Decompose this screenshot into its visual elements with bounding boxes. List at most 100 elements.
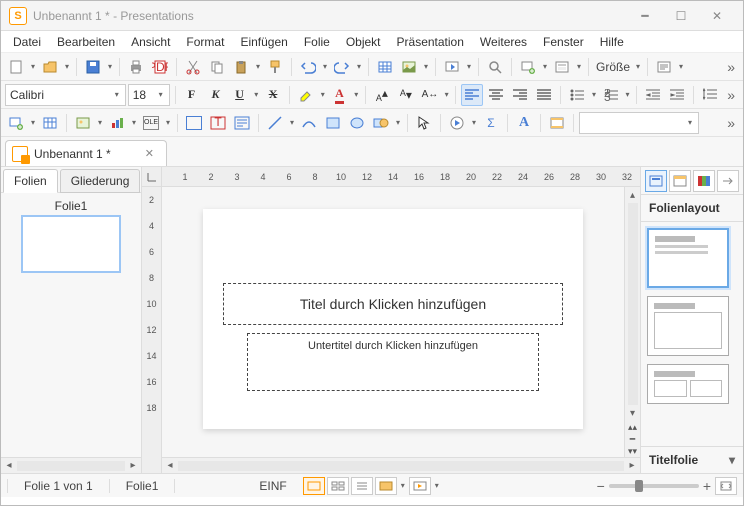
bold-button[interactable]: F <box>181 84 203 106</box>
menu-objekt[interactable]: Objekt <box>338 32 389 52</box>
taskpane-tab-layout[interactable] <box>645 170 667 192</box>
slide-canvas[interactable]: Titel durch Klicken hinzufügen Untertite… <box>162 187 624 457</box>
curve-button[interactable] <box>298 112 320 134</box>
image-dropdown-2[interactable]: ▾ <box>96 118 104 127</box>
print-button[interactable] <box>125 56 147 78</box>
insert-image-dropdown[interactable]: ▾ <box>422 62 430 71</box>
taskpane-tab-color[interactable] <box>693 170 715 192</box>
taskpane-footer-dropdown[interactable]: ▾ <box>729 453 735 467</box>
media-button[interactable] <box>446 112 468 134</box>
line-dropdown[interactable]: ▾ <box>288 118 296 127</box>
zoom-in[interactable]: + <box>703 478 711 494</box>
maximize-button[interactable]: ☐ <box>663 5 699 27</box>
menu-folie[interactable]: Folie <box>296 32 338 52</box>
left-hscroll[interactable]: ◂ ▸ <box>1 457 141 473</box>
copy-button[interactable] <box>206 56 228 78</box>
menu-ansicht[interactable]: Ansicht <box>123 32 178 52</box>
document-tab-close[interactable]: ✕ <box>145 147 154 160</box>
paste-button[interactable] <box>230 56 252 78</box>
media-dropdown[interactable]: ▾ <box>470 118 478 127</box>
new-slide-dropdown-2[interactable]: ▾ <box>29 118 37 127</box>
menu-weiteres[interactable]: Weiteres <box>472 32 535 52</box>
font-combo[interactable]: Calibri▾ <box>5 84 126 106</box>
prev-slide-nav[interactable]: ▴▴ <box>625 421 640 433</box>
line-spacing-button[interactable] <box>699 84 721 106</box>
save-dropdown[interactable]: ▾ <box>106 62 114 71</box>
subtitle-placeholder[interactable]: Untertitel durch Klicken hinzufügen <box>247 333 539 391</box>
view-master[interactable] <box>375 477 397 495</box>
scroll-down-icon[interactable]: ▾ <box>630 405 635 421</box>
align-right-button[interactable] <box>509 84 531 106</box>
open-dropdown[interactable]: ▾ <box>63 62 71 71</box>
symbol-button[interactable]: A <box>513 112 535 134</box>
char-spacing-dropdown[interactable]: ▾ <box>443 90 451 99</box>
center-vscroll[interactable]: ▴ ▾ ▴▴ ━ ▾▾ <box>624 187 640 457</box>
slideshow-button[interactable] <box>441 56 463 78</box>
taskpane-tab-anim[interactable] <box>717 170 739 192</box>
slideshow-dropdown[interactable]: ▾ <box>465 62 473 71</box>
zoom-out[interactable]: − <box>597 478 605 494</box>
layout-thumb-title[interactable] <box>647 228 729 288</box>
view-slideshow-dropdown[interactable]: ▾ <box>433 477 441 495</box>
numbering-button[interactable]: 123 <box>600 84 622 106</box>
image-button-2[interactable] <box>72 112 94 134</box>
font-color-dropdown[interactable]: ▾ <box>352 90 360 99</box>
slide-layout-button[interactable] <box>551 56 573 78</box>
undo-dropdown[interactable]: ▾ <box>321 62 329 71</box>
decrease-font-button[interactable]: A▾ <box>395 84 417 106</box>
menu-datei[interactable]: Datei <box>5 32 49 52</box>
autoshape-dropdown[interactable]: ▾ <box>394 118 402 127</box>
new-slide-dropdown[interactable]: ▾ <box>541 62 549 71</box>
chart-button[interactable] <box>106 112 128 134</box>
new-slide-button[interactable] <box>517 56 539 78</box>
redo-dropdown[interactable]: ▾ <box>355 62 363 71</box>
align-justify-button[interactable] <box>533 84 555 106</box>
layout-thumb-content[interactable] <box>647 296 729 356</box>
menu-hilfe[interactable]: Hilfe <box>592 32 632 52</box>
new-slide-button-2[interactable] <box>5 112 27 134</box>
italic-button[interactable]: K <box>205 84 227 106</box>
close-button[interactable]: ✕ <box>699 5 735 27</box>
cut-button[interactable] <box>182 56 204 78</box>
bullets-dropdown[interactable]: ▾ <box>590 90 598 99</box>
view-sorter[interactable] <box>327 477 349 495</box>
tab-outline[interactable]: Gliederung <box>60 169 141 193</box>
highlight-button[interactable] <box>295 84 317 106</box>
pdf-export-button[interactable]: PDF <box>149 56 171 78</box>
select-button[interactable] <box>413 112 435 134</box>
zoom-slider[interactable] <box>609 484 699 488</box>
font-color-button[interactable]: A <box>328 84 350 106</box>
layout-thumb-two[interactable] <box>647 364 729 404</box>
scroll-left-icon[interactable]: ◂ <box>1 460 17 471</box>
increase-font-button[interactable]: A▴ <box>371 84 393 106</box>
insert-image-button[interactable] <box>398 56 420 78</box>
view-outline[interactable] <box>351 477 373 495</box>
menu-format[interactable]: Format <box>178 32 232 52</box>
center-hscroll[interactable]: ◂ ▸ <box>162 457 640 473</box>
tab-slides[interactable]: Folien <box>3 169 58 193</box>
save-button[interactable] <box>82 56 104 78</box>
find-button[interactable] <box>484 56 506 78</box>
scroll-right-icon-2[interactable]: ▸ <box>624 460 640 471</box>
align-left-button[interactable] <box>461 84 483 106</box>
char-spacing-button[interactable]: A↔ <box>419 84 441 106</box>
taskpane-tab-design[interactable] <box>669 170 691 192</box>
format-paint-button[interactable] <box>264 56 286 78</box>
redo-button[interactable] <box>331 56 353 78</box>
equation-button[interactable]: Σ <box>480 112 502 134</box>
insert-table-button[interactable] <box>374 56 396 78</box>
font-size-combo[interactable]: 18▾ <box>128 84 170 106</box>
line-button[interactable] <box>264 112 286 134</box>
next-slide-nav[interactable]: ▾▾ <box>625 445 640 457</box>
scroll-up-icon[interactable]: ▴ <box>630 187 635 203</box>
new-button[interactable] <box>5 56 27 78</box>
view-dropdown[interactable]: ▾ <box>399 477 407 495</box>
status-insert-mode[interactable]: EINF <box>251 479 294 493</box>
properties-dropdown[interactable]: ▾ <box>677 62 685 71</box>
underline-dropdown[interactable]: ▾ <box>253 90 261 99</box>
title-placeholder[interactable]: Titel durch Klicken hinzufügen <box>223 283 563 325</box>
toolbar3-overflow[interactable]: » <box>723 115 739 131</box>
minimize-button[interactable]: ━ <box>627 5 663 27</box>
properties-button[interactable] <box>653 56 675 78</box>
toolbar2-overflow[interactable]: » <box>723 87 739 103</box>
